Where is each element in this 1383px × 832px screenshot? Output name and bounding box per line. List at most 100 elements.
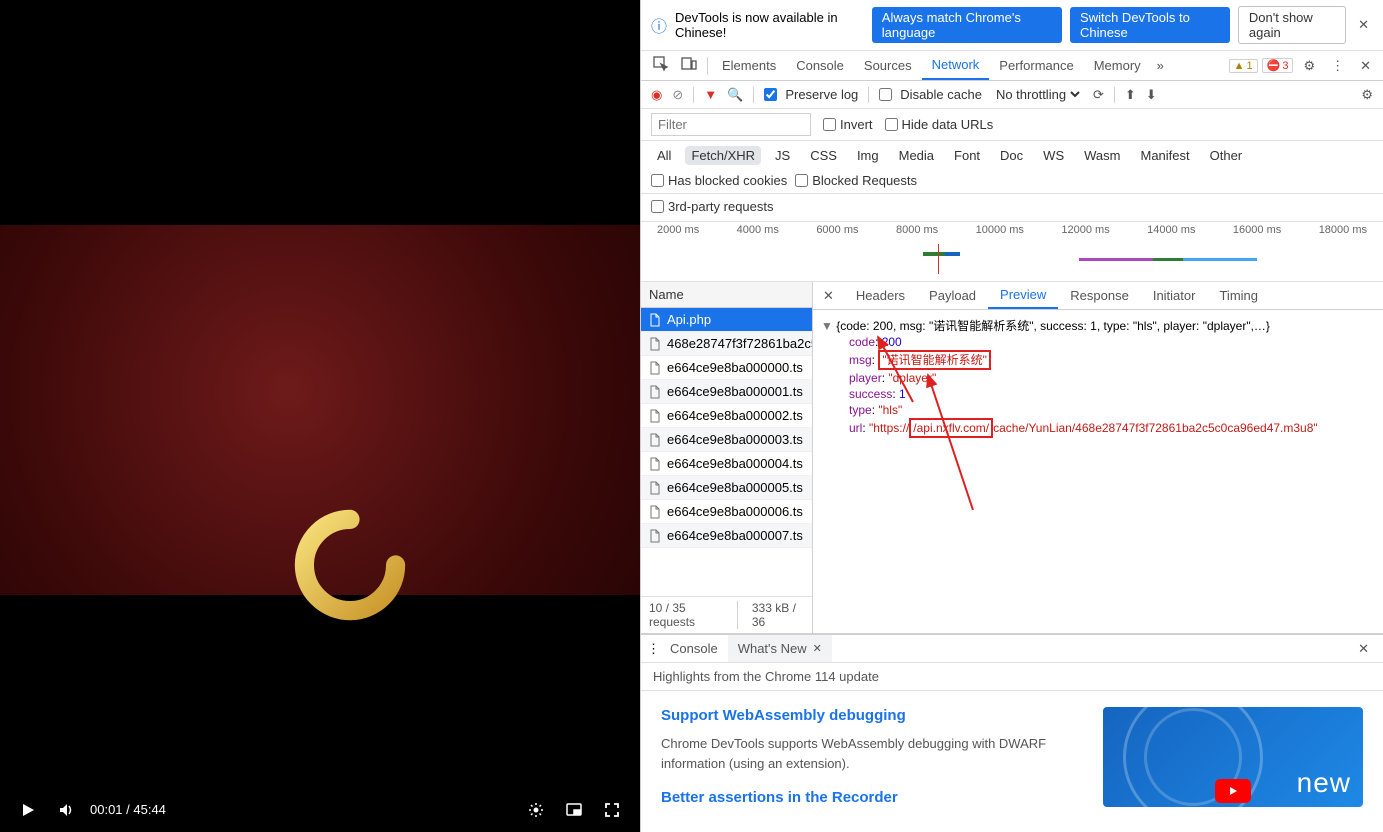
request-row[interactable]: e664ce9e8ba000007.ts <box>641 524 812 548</box>
preview-body[interactable]: ▼ {code: 200, msg: "诺讯智能解析系统", success: … <box>813 310 1383 633</box>
clear-button[interactable]: ⊘ <box>672 87 683 103</box>
blocked-requests-checkbox[interactable]: Blocked Requests <box>795 173 917 188</box>
hide-data-urls-checkbox[interactable]: Hide data URLs <box>885 117 994 132</box>
blocked-cookies-checkbox[interactable]: Has blocked cookies <box>651 173 787 188</box>
filter-row: Invert Hide data URLs <box>641 109 1383 141</box>
devtools-panel: ⓘ DevTools is now available in Chinese! … <box>640 0 1383 832</box>
type-css[interactable]: CSS <box>804 146 843 165</box>
disable-cache-checkbox[interactable]: Disable cache <box>879 87 982 102</box>
close-devtools-icon[interactable]: ✕ <box>1354 54 1377 78</box>
tab-network[interactable]: Network <box>922 51 990 80</box>
filter-input[interactable] <box>651 113 811 136</box>
article-heading[interactable]: Support WebAssembly debugging <box>661 707 1083 724</box>
drawer-subtitle: Highlights from the Chrome 114 update <box>641 663 1383 691</box>
type-other[interactable]: Other <box>1204 146 1249 165</box>
warnings-badge[interactable]: ▲1 <box>1229 59 1258 73</box>
network-toolbar: ◉ ⊘ ▼ 🔍 Preserve log Disable cache No th… <box>641 81 1383 109</box>
type-ws[interactable]: WS <box>1037 146 1070 165</box>
drawer-content: Support WebAssembly debugging Chrome Dev… <box>641 691 1383 832</box>
switch-chinese-button[interactable]: Switch DevTools to Chinese <box>1070 7 1230 43</box>
drawer-tab-console[interactable]: Console <box>660 635 728 662</box>
drawer-close-icon[interactable]: ✕ <box>1350 641 1377 657</box>
record-button[interactable]: ◉ <box>651 87 662 103</box>
tab-response[interactable]: Response <box>1058 282 1141 309</box>
invert-checkbox[interactable]: Invert <box>823 117 873 132</box>
request-row[interactable]: Api.php <box>641 308 812 332</box>
banner-text: DevTools is now available in Chinese! <box>675 10 864 40</box>
article-paragraph: Chrome DevTools supports WebAssembly deb… <box>661 734 1083 773</box>
volume-button[interactable] <box>58 802 74 818</box>
request-row[interactable]: e664ce9e8ba000001.ts <box>641 380 812 404</box>
more-tabs-icon[interactable]: » <box>1151 54 1170 77</box>
type-font[interactable]: Font <box>948 146 986 165</box>
network-timeline[interactable]: 2000 ms4000 ms6000 ms8000 ms10000 ms1200… <box>641 222 1383 282</box>
type-xhr[interactable]: Fetch/XHR <box>685 146 761 165</box>
main-tabbar: Elements Console Sources Network Perform… <box>641 51 1383 81</box>
detail-tabs: ✕ Headers Payload Preview Response Initi… <box>813 282 1383 310</box>
errors-badge[interactable]: ⛔3 <box>1262 58 1294 73</box>
tab-performance[interactable]: Performance <box>989 51 1083 80</box>
request-row[interactable]: e664ce9e8ba000002.ts <box>641 404 812 428</box>
settings-icon[interactable]: ⚙ <box>1297 54 1321 78</box>
tab-console[interactable]: Console <box>786 51 854 80</box>
article-heading[interactable]: Better assertions in the Recorder <box>661 789 1083 806</box>
tab-headers[interactable]: Headers <box>844 282 917 309</box>
request-row[interactable]: e664ce9e8ba000004.ts <box>641 452 812 476</box>
promo-text: new <box>1297 767 1351 799</box>
filter-toggle-icon[interactable]: ▼ <box>704 87 717 102</box>
name-column-header[interactable]: Name <box>641 282 812 308</box>
tab-timing[interactable]: Timing <box>1207 282 1270 309</box>
type-all[interactable]: All <box>651 146 677 165</box>
network-settings-icon[interactable]: ⚙ <box>1361 87 1373 103</box>
pip-button[interactable] <box>566 802 582 818</box>
request-row[interactable]: e664ce9e8ba000005.ts <box>641 476 812 500</box>
type-img[interactable]: Img <box>851 146 885 165</box>
type-media[interactable]: Media <box>893 146 940 165</box>
network-conditions-icon[interactable]: ⟳ <box>1093 87 1104 103</box>
promo-video[interactable]: new <box>1103 707 1363 807</box>
network-status-bar: 10 / 35 requests 333 kB / 36 <box>641 596 812 633</box>
fullscreen-button[interactable] <box>604 802 620 818</box>
type-js[interactable]: JS <box>769 146 796 165</box>
request-row[interactable]: 468e28747f3f72861ba2c5... <box>641 332 812 356</box>
type-filter-row: All Fetch/XHR JS CSS Img Media Font Doc … <box>641 141 1383 194</box>
device-toggle-icon[interactable] <box>675 52 703 79</box>
third-party-row: 3rd-party requests <box>641 194 1383 222</box>
tab-sources[interactable]: Sources <box>854 51 922 80</box>
tab-memory[interactable]: Memory <box>1084 51 1151 80</box>
request-row[interactable]: e664ce9e8ba000003.ts <box>641 428 812 452</box>
drawer-menu-icon[interactable]: ⋮ <box>647 641 660 657</box>
request-list: Name Api.php468e28747f3f72861ba2c5...e66… <box>641 282 813 633</box>
preserve-log-checkbox[interactable]: Preserve log <box>764 87 858 102</box>
player-controls: 00:01 / 45:44 <box>0 787 640 832</box>
request-detail: ✕ Headers Payload Preview Response Initi… <box>813 282 1383 633</box>
settings-button[interactable] <box>528 802 544 818</box>
type-doc[interactable]: Doc <box>994 146 1029 165</box>
inspect-icon[interactable] <box>647 52 675 79</box>
banner-close-icon[interactable]: ✕ <box>1354 13 1373 37</box>
tab-preview[interactable]: Preview <box>988 282 1058 309</box>
search-icon[interactable]: 🔍 <box>727 87 743 103</box>
tab-elements[interactable]: Elements <box>712 51 786 80</box>
more-menu-icon[interactable]: ⋮ <box>1325 54 1350 78</box>
drawer: ⋮ Console What's New✕ ✕ Highlights from … <box>641 634 1383 832</box>
detail-close-icon[interactable]: ✕ <box>813 288 844 304</box>
upload-har-icon[interactable]: ⬆ <box>1125 87 1136 103</box>
tab-initiator[interactable]: Initiator <box>1141 282 1208 309</box>
always-match-button[interactable]: Always match Chrome's language <box>872 7 1062 43</box>
request-row[interactable]: e664ce9e8ba000006.ts <box>641 500 812 524</box>
request-row[interactable]: e664ce9e8ba000000.ts <box>641 356 812 380</box>
video-player: 00:01 / 45:44 <box>0 0 640 832</box>
dont-show-button[interactable]: Don't show again <box>1238 6 1346 44</box>
info-icon: ⓘ <box>651 13 667 37</box>
type-wasm[interactable]: Wasm <box>1078 146 1126 165</box>
type-manifest[interactable]: Manifest <box>1134 146 1195 165</box>
loading-spinner-icon <box>290 505 410 625</box>
download-har-icon[interactable]: ⬇ <box>1146 87 1157 103</box>
tab-payload[interactable]: Payload <box>917 282 988 309</box>
drawer-tab-whatsnew[interactable]: What's New✕ <box>728 635 832 662</box>
close-icon[interactable]: ✕ <box>813 642 822 655</box>
throttling-select[interactable]: No throttling <box>992 86 1083 103</box>
play-button[interactable] <box>20 802 36 818</box>
third-party-checkbox[interactable]: 3rd-party requests <box>651 199 774 214</box>
